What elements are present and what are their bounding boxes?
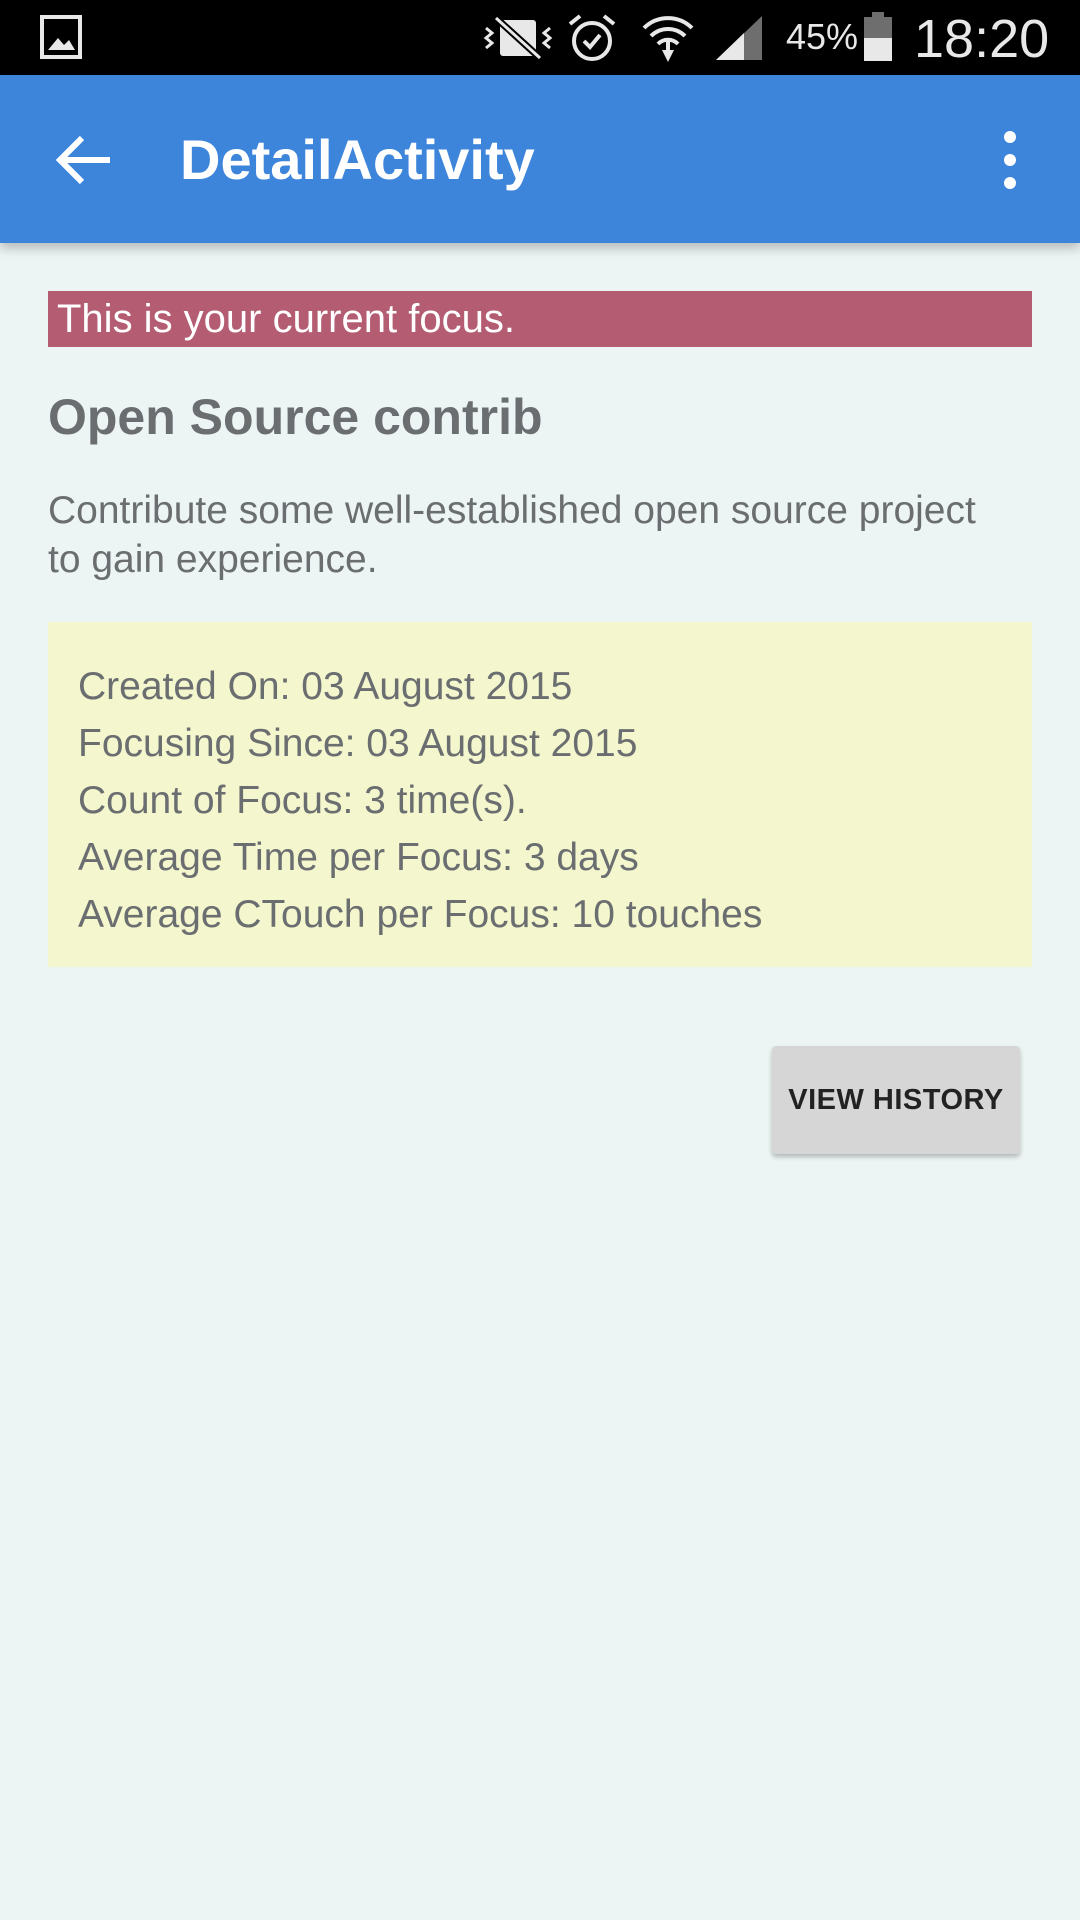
status-bar: 45% 18:20 [0, 0, 1080, 75]
stat-count-of-focus: Count of Focus: 3 time(s). [78, 779, 527, 822]
more-vert-icon[interactable] [990, 125, 1030, 195]
current-focus-banner: This is your current focus. [48, 291, 1032, 347]
view-history-button[interactable]: VIEW HISTORY [772, 1046, 1020, 1154]
wifi-icon [640, 10, 696, 69]
vibrate-off-icon [482, 14, 554, 67]
arrow-left-icon[interactable] [52, 125, 122, 195]
stat-average-time: Average Time per Focus: 3 days [78, 836, 639, 879]
stat-focusing-since: Focusing Since: 03 August 2015 [78, 722, 638, 765]
app-bar: DetailActivity [0, 75, 1080, 243]
stat-created-on: Created On: 03 August 2015 [78, 665, 573, 708]
goal-description: Contribute some well-established open so… [48, 489, 976, 581]
stats-card: Created On: 03 August 2015 Focusing Sinc… [48, 622, 1032, 967]
clock: 18:20 [914, 9, 1050, 69]
alarm-icon [566, 12, 618, 69]
stat-average-ctouch: Average CTouch per Focus: 10 touches [78, 893, 763, 936]
battery-icon [862, 12, 894, 67]
app-title: DetailActivity [180, 128, 535, 191]
goal-title: Open Source contrib [48, 389, 543, 445]
cell-signal-icon [714, 14, 764, 67]
battery-percent: 45% [786, 16, 859, 57]
gallery-icon [40, 14, 82, 65]
